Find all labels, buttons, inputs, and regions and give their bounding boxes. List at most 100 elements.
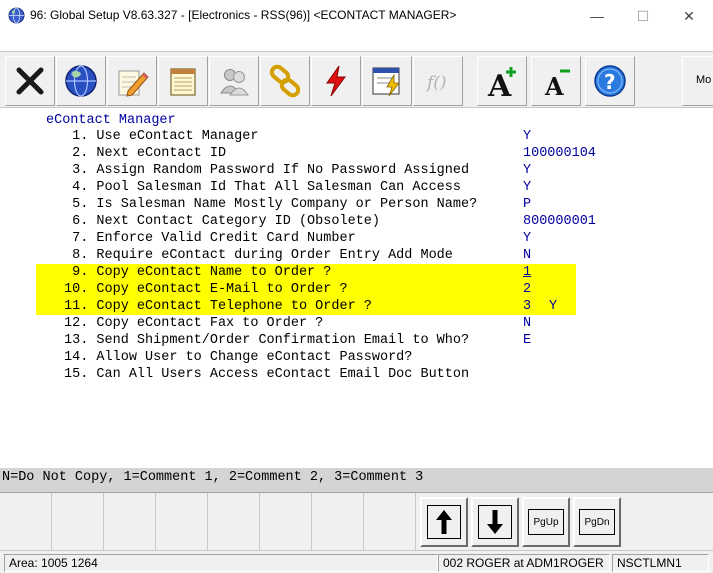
edit-button[interactable] (107, 56, 157, 106)
notes-button[interactable] (158, 56, 208, 106)
setting-item[interactable]: 9. Copy eContact Name to Order ? (64, 265, 331, 281)
setting-item[interactable]: 4. Pool Salesman Id That All Salesman Ca… (64, 180, 461, 196)
item-value[interactable]: E (523, 333, 531, 349)
minimize-button[interactable]: — (574, 0, 620, 32)
web-button[interactable] (56, 56, 106, 106)
font-increase-icon: A (487, 67, 516, 99)
item-value[interactable]: Y (523, 231, 531, 247)
setting-item[interactable]: 14. Allow User to Change eContact Passwo… (64, 350, 412, 366)
setting-item[interactable]: 3. Assign Random Password If No Password… (64, 163, 469, 179)
page-up-button[interactable]: PgUp (522, 497, 570, 547)
lightning-form-icon (372, 67, 400, 97)
item-extra-value: Y (549, 299, 558, 314)
setting-item[interactable]: 1. Use eContact Manager (64, 129, 258, 145)
link-button[interactable] (260, 56, 310, 106)
help-icon: ? (594, 65, 626, 97)
item-label: Assign Random Password If No Password As… (96, 163, 470, 178)
notepad-icon (170, 68, 196, 96)
scroll-up-button[interactable] (420, 497, 468, 547)
item-value[interactable]: 2 (523, 282, 531, 298)
users-button[interactable] (209, 56, 259, 106)
page-up-label: PgUp (533, 516, 559, 528)
setting-item[interactable]: 13. Send Shipment/Order Confirmation Ema… (64, 333, 469, 349)
item-label: Is Salesman Name Mostly Company or Perso… (96, 197, 478, 212)
item-number: 6. (64, 214, 89, 229)
close-window-button[interactable]: ✕ (666, 0, 712, 32)
item-number: 3. (64, 163, 89, 178)
item-label: Pool Salesman Id That All Salesman Can A… (96, 180, 461, 195)
run-form-button[interactable] (362, 56, 412, 106)
fkey-slot[interactable] (260, 493, 312, 550)
title-bar: 96: Global Setup V8.63.327 - [Electronic… (0, 0, 713, 32)
setting-item[interactable]: 6. Next Contact Category ID (Obsolete) (64, 214, 380, 230)
hint-line: N=Do Not Copy, 1=Comment 1, 2=Comment 2,… (0, 468, 713, 492)
item-number: 9. (64, 265, 89, 280)
item-number: 1. (64, 129, 89, 144)
fkey-slot[interactable] (104, 493, 156, 550)
up-arrow-icon (436, 510, 452, 534)
setting-item[interactable]: 5. Is Salesman Name Mostly Company or Pe… (64, 197, 477, 213)
item-value[interactable]: 100000104 (523, 146, 596, 162)
page-down-button[interactable]: PgDn (573, 497, 621, 547)
item-label: Copy eContact Telephone to Order ? (96, 299, 372, 314)
more-button[interactable]: Mo (682, 56, 713, 106)
app-globe-icon (8, 7, 25, 24)
help-button[interactable]: ? (585, 56, 635, 106)
svg-text:A: A (544, 72, 564, 99)
fkey-slot[interactable] (364, 493, 416, 550)
item-label: Send Shipment/Order Confirmation Email t… (96, 333, 470, 348)
item-label: Can All Users Access eContact Email Doc … (96, 367, 470, 382)
item-value[interactable]: Y (523, 180, 531, 196)
setting-item[interactable]: 15. Can All Users Access eContact Email … (64, 367, 469, 383)
status-program: NSCTLMN1 (612, 554, 709, 572)
fkey-slot[interactable] (52, 493, 104, 550)
item-number: 5. (64, 197, 89, 212)
font-decrease-icon: A (544, 69, 570, 99)
down-arrow-icon (487, 510, 503, 534)
item-number: 4. (64, 180, 89, 195)
active-input-field[interactable]: 1 (523, 265, 531, 281)
globe-icon (65, 65, 97, 97)
item-value[interactable]: Y (523, 163, 531, 179)
item-number: 12. (64, 316, 89, 331)
maximize-button[interactable]: ☐ (620, 0, 666, 32)
run-button[interactable] (311, 56, 361, 106)
exit-button[interactable] (5, 56, 55, 106)
item-number: 10. (64, 282, 89, 297)
item-number: 7. (64, 231, 89, 246)
setting-item[interactable]: 8. Require eContact during Order Entry A… (64, 248, 453, 264)
fkey-slot[interactable] (312, 493, 364, 550)
font-increase-button[interactable]: A (477, 56, 527, 106)
item-label: Copy eContact Fax to Order ? (96, 316, 324, 331)
fkey-slot[interactable] (156, 493, 208, 550)
scroll-down-button[interactable] (471, 497, 519, 547)
svg-text:?: ? (604, 70, 616, 94)
lightning-icon (326, 65, 346, 97)
item-value[interactable]: 800000001 (523, 214, 596, 230)
item-value[interactable]: N (523, 316, 531, 332)
item-value[interactable]: Y (523, 129, 531, 145)
item-number: 8. (64, 248, 89, 263)
item-value[interactable]: 3 (523, 299, 531, 315)
setting-item[interactable]: 10. Copy eContact E-Mail to Order ? (64, 282, 348, 298)
fkey-slot[interactable] (208, 493, 260, 550)
item-label: Next eContact ID (96, 146, 227, 161)
item-label: Copy eContact E-Mail to Order ? (96, 282, 348, 297)
item-label: Enforce Valid Credit Card Number (96, 231, 356, 246)
setting-item[interactable]: 2. Next eContact ID (64, 146, 226, 162)
item-value[interactable]: P (523, 197, 531, 213)
setting-item[interactable]: 7. Enforce Valid Credit Card Number (64, 231, 356, 247)
section-title: eContact Manager (46, 113, 176, 128)
item-value[interactable]: N (523, 248, 531, 264)
font-decrease-button[interactable]: A (531, 56, 581, 106)
function-icon: f() (425, 73, 447, 93)
close-x-icon (16, 67, 44, 95)
function-key-row: PgUp PgDn (0, 492, 713, 550)
setting-item[interactable]: 12. Copy eContact Fax to Order ? (64, 316, 323, 332)
item-number: 13. (64, 333, 89, 348)
function-button[interactable]: f() (413, 56, 463, 106)
setting-item[interactable]: 11. Copy eContact Telephone to Order ? (64, 299, 372, 315)
fkey-slot[interactable] (0, 493, 52, 550)
item-number: 14. (64, 350, 89, 365)
item-number: 11. (64, 299, 89, 314)
